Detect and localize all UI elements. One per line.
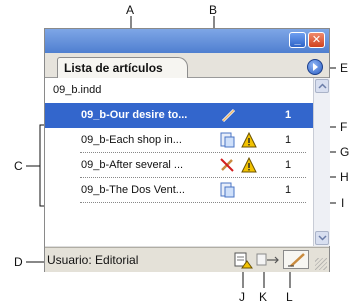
article-name: 09_b-The Dos Vent... bbox=[81, 184, 185, 196]
pencil-icon bbox=[221, 108, 236, 123]
article-count: 1 bbox=[285, 134, 292, 146]
article-list: 09_b.indd 09_b-Our desire to... 1 09_b-E… bbox=[45, 78, 313, 246]
callout-j: J bbox=[239, 290, 245, 304]
panel-tabstrip: Lista de artículos bbox=[45, 53, 329, 78]
tab-article-list[interactable]: Lista de artículos bbox=[57, 57, 188, 78]
close-button[interactable]: ✕ bbox=[308, 32, 325, 48]
article-list-panel: _ ✕ Lista de artículos 09_b.indd 09_b-Ou… bbox=[44, 28, 330, 272]
document-icon bbox=[220, 182, 235, 198]
callout-f: F bbox=[340, 120, 348, 134]
panel-titlebar[interactable]: _ ✕ bbox=[45, 29, 329, 53]
callout-b: B bbox=[209, 3, 218, 17]
article-count: 1 bbox=[285, 109, 292, 121]
article-name: 09_b-After several ... bbox=[81, 159, 184, 171]
callout-k: K bbox=[259, 290, 268, 304]
article-count: 1 bbox=[285, 184, 292, 196]
callout-l: L bbox=[286, 290, 293, 304]
article-row-4[interactable]: 09_b-The Dos Vent... 1 bbox=[45, 178, 313, 203]
article-name: 09_b-Each shop in... bbox=[81, 134, 182, 146]
panel-menu-button[interactable] bbox=[307, 59, 323, 75]
chevron-down-icon bbox=[318, 235, 327, 241]
warning-icon bbox=[241, 132, 257, 148]
vertical-scrollbar[interactable] bbox=[313, 78, 330, 246]
callout-a: A bbox=[126, 3, 135, 17]
warning-icon bbox=[241, 157, 257, 173]
book-name: 09_b.indd bbox=[53, 84, 102, 96]
article-row-1[interactable]: 09_b-Our desire to... 1 bbox=[45, 103, 313, 128]
callout-c: C bbox=[14, 159, 23, 173]
callout-h: H bbox=[340, 170, 349, 184]
article-count: 1 bbox=[285, 159, 292, 171]
article-row-2[interactable]: 09_b-Each shop in... 1 bbox=[45, 128, 313, 153]
callout-d: D bbox=[14, 255, 23, 269]
scroll-down-button[interactable] bbox=[315, 231, 329, 245]
callout-e: E bbox=[340, 61, 349, 75]
minimize-button[interactable]: _ bbox=[289, 32, 306, 48]
callout-g: G bbox=[340, 145, 350, 159]
article-name: 09_b-Our desire to... bbox=[81, 109, 188, 121]
resize-grip[interactable] bbox=[315, 258, 327, 270]
document-info-icon[interactable] bbox=[233, 251, 253, 269]
article-row-3[interactable]: 09_b-After several ... 1 bbox=[45, 153, 313, 178]
edit-pencil-icon bbox=[288, 253, 305, 267]
user-status-label: Usuario: Editorial bbox=[47, 253, 139, 267]
chevron-up-icon bbox=[318, 83, 327, 89]
document-icon bbox=[220, 132, 235, 148]
row-divider bbox=[80, 202, 306, 203]
panel-statusbar: Usuario: Editorial bbox=[45, 247, 329, 272]
check-in-icon[interactable] bbox=[255, 251, 281, 269]
edit-button[interactable] bbox=[283, 250, 309, 269]
book-row[interactable]: 09_b.indd bbox=[45, 78, 313, 103]
scroll-up-button[interactable] bbox=[315, 79, 329, 93]
crossed-pencil-icon bbox=[220, 158, 234, 172]
callout-i: I bbox=[341, 196, 345, 210]
panel-menu-arrow-icon bbox=[313, 63, 318, 71]
